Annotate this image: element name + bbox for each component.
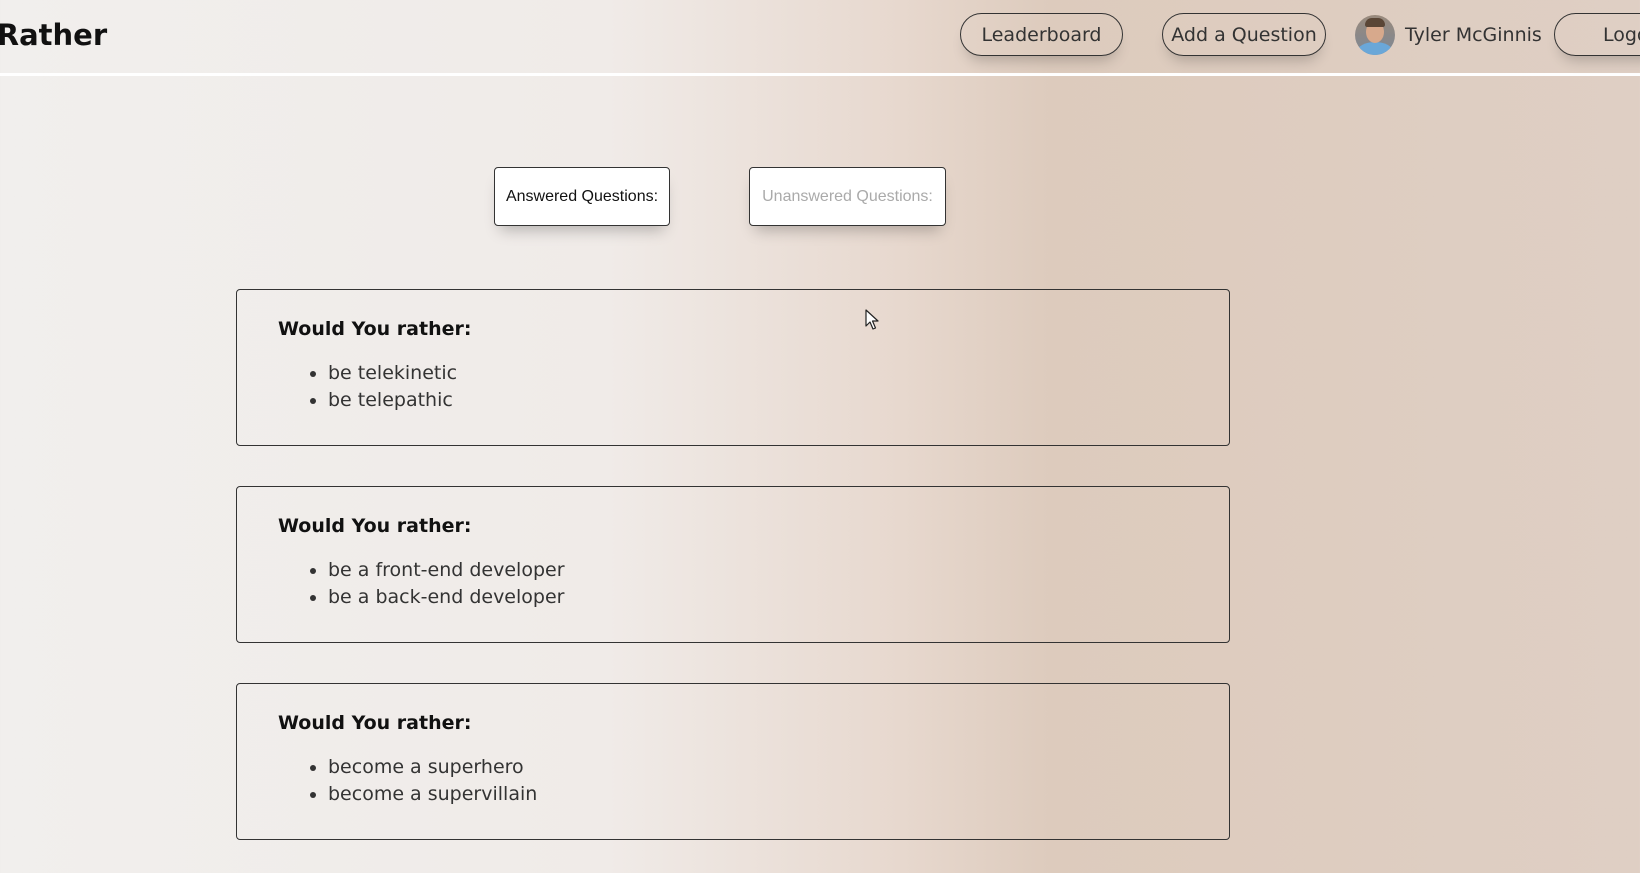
tab-answered-questions[interactable]: Answered Questions: xyxy=(494,167,670,226)
current-user: Tyler McGinnis xyxy=(1355,13,1542,56)
option-item: be telepathic xyxy=(328,387,1229,414)
option-item: be a front-end developer xyxy=(328,557,1229,584)
app-title: u Rather xyxy=(0,18,108,52)
option-list: be a front-end developer be a back-end d… xyxy=(278,557,1229,611)
leaderboard-button[interactable]: Leaderboard xyxy=(960,13,1123,56)
option-item: become a supervillain xyxy=(328,781,1229,808)
add-question-button[interactable]: Add a Question xyxy=(1162,13,1326,56)
option-item: be a back-end developer xyxy=(328,584,1229,611)
mouse-cursor-icon xyxy=(865,309,879,330)
question-card[interactable]: Would You rather: be a front-end develop… xyxy=(236,486,1230,643)
option-item: be telekinetic xyxy=(328,360,1229,387)
option-item: become a superhero xyxy=(328,754,1229,781)
logout-button[interactable]: Logo xyxy=(1554,13,1640,56)
tab-unanswered-questions[interactable]: Unanswered Questions: xyxy=(749,167,946,226)
top-nav-bar: u Rather Leaderboard Add a Question Tyle… xyxy=(0,0,1640,76)
question-heading: Would You rather: xyxy=(278,712,472,734)
user-avatar-icon xyxy=(1355,14,1395,55)
user-name: Tyler McGinnis xyxy=(1405,23,1542,46)
option-list: be telekinetic be telepathic xyxy=(278,360,1229,414)
question-heading: Would You rather: xyxy=(278,515,472,537)
option-list: become a superhero become a supervillain xyxy=(278,754,1229,808)
question-card[interactable]: Would You rather: become a superhero bec… xyxy=(236,683,1230,840)
question-heading: Would You rather: xyxy=(278,318,472,340)
question-card[interactable]: Would You rather: be telekinetic be tele… xyxy=(236,289,1230,446)
